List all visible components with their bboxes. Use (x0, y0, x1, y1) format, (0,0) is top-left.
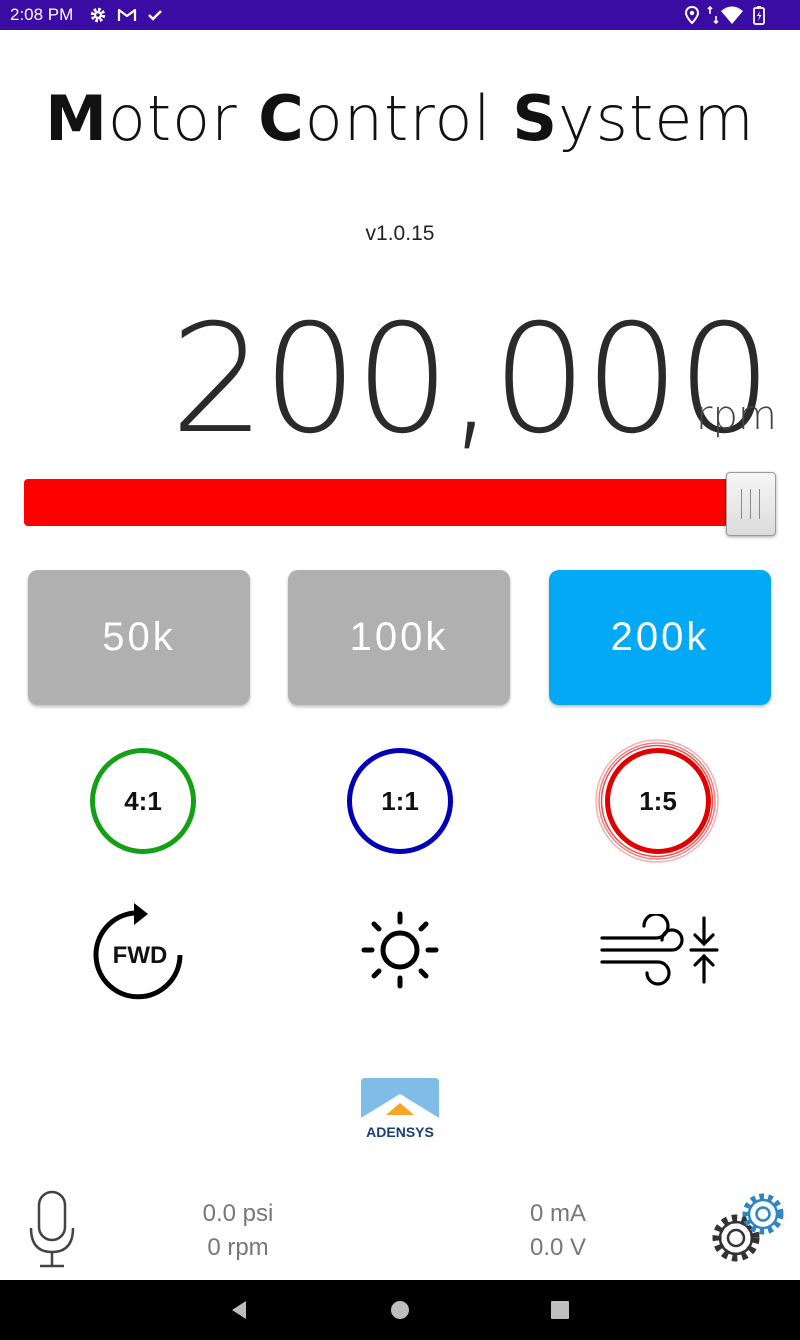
sun-icon[interactable] (358, 908, 442, 992)
direction-button[interactable]: FWD (90, 898, 190, 1002)
voltage-reading: 0.0 V (529, 1234, 587, 1261)
speed-slider-thumb[interactable] (726, 472, 776, 536)
title-letter-m: M (45, 82, 108, 155)
preset-100k-button[interactable]: 100k (288, 570, 510, 705)
speed-unit: rpm (696, 393, 777, 439)
title-word-ontrol: ontrol (304, 82, 513, 155)
title-word-otor: otor (107, 82, 259, 155)
title-word-ystem: ystem (557, 82, 755, 155)
check-icon (148, 10, 162, 21)
title-letter-c: C (258, 82, 305, 155)
battery-charging-icon (753, 6, 765, 25)
app-title: Motor Control System (0, 82, 800, 155)
preset-200k-button[interactable]: 200k (549, 570, 771, 705)
ratio-4-1-button[interactable]: 4:1 (90, 748, 196, 854)
adensys-logo-text: ADENSYS (366, 1124, 434, 1140)
gmail-icon (117, 8, 137, 21)
status-bar: 2:08 PM (0, 0, 800, 30)
title-letter-s: S (512, 82, 558, 155)
back-icon[interactable] (228, 1299, 250, 1321)
speed-value: 200,000 (170, 293, 772, 467)
version-label: v1.0.15 (365, 222, 435, 245)
current-reading: 0 mA (529, 1200, 586, 1227)
recents-icon[interactable] (551, 1301, 569, 1319)
speed-slider-track[interactable] (24, 479, 764, 526)
gear-icon (90, 7, 106, 23)
status-time: 2:08 PM (10, 5, 74, 24)
pressure-reading: 0.0 psi (202, 1200, 274, 1227)
navigation-bar (0, 1280, 800, 1340)
ratio-1-1-button[interactable]: 1:1 (347, 748, 453, 854)
wind-compress-icon[interactable] (600, 914, 720, 986)
ratio-1-5-button[interactable]: 1:5 (605, 748, 711, 854)
data-arrows-icon (707, 5, 719, 25)
preset-50k-button[interactable]: 50k (28, 570, 250, 705)
rpm-reading: 0 rpm (207, 1234, 269, 1261)
microphone-icon[interactable] (28, 1190, 76, 1270)
settings-gears-icon[interactable] (706, 1190, 788, 1270)
direction-label: FWD (112, 942, 168, 969)
location-icon (684, 5, 700, 25)
speed-slider-fill (24, 479, 764, 526)
home-icon[interactable] (390, 1300, 410, 1320)
wifi-icon (721, 6, 743, 24)
